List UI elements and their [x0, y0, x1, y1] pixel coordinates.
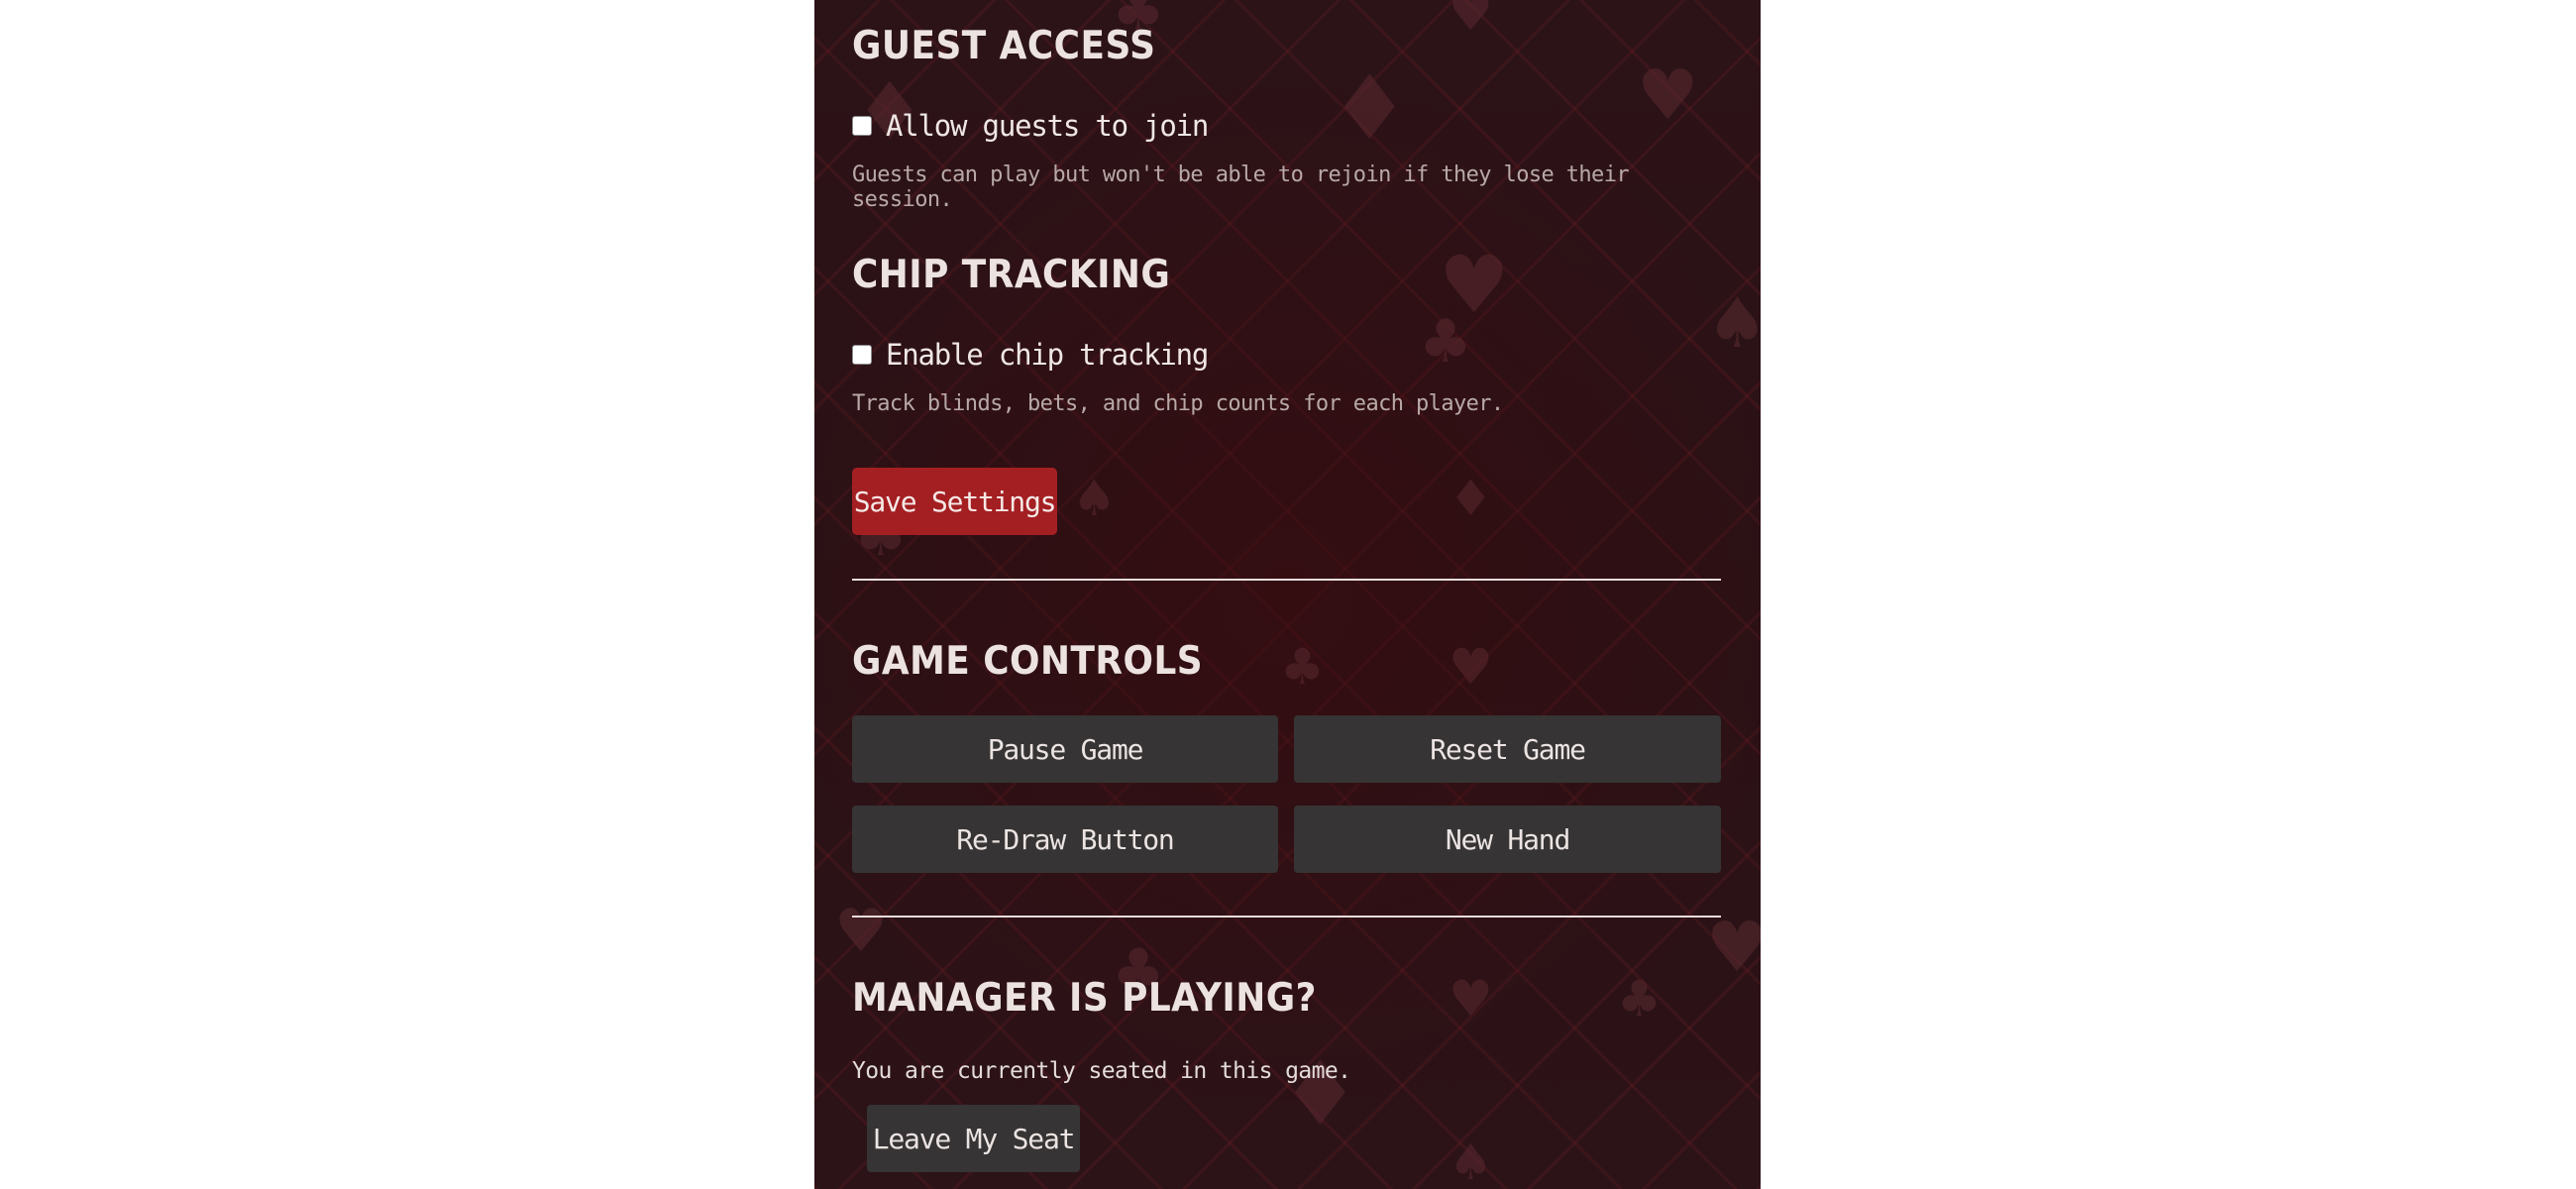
redraw-button-button[interactable]: Re-Draw Button — [852, 806, 1278, 873]
diamond-icon: ♦ — [1330, 56, 1410, 161]
settings-panel: ♥ ♣ ♠ ♦ ♣ ♥ ♦ ♥ ♣ ♥ ♠ ♥ ♥ ♣ ♦ ♣ ♠ ♥ ♦ ♣ … — [814, 0, 1761, 1189]
heart-icon: ♥ — [1449, 0, 1493, 42]
spade-icon: ♠ — [1706, 282, 1761, 364]
club-icon: ♣ — [1419, 307, 1472, 377]
heart-icon: ♥ — [834, 897, 888, 966]
heart-icon: ♥ — [1637, 54, 1699, 136]
reset-game-button[interactable]: Reset Game — [1294, 715, 1721, 783]
diamond-icon: ♦ — [1449, 470, 1493, 527]
heart-icon: ♥ — [1439, 239, 1510, 331]
enable-chip-tracking-label[interactable]: Enable chip tracking — [886, 338, 1209, 372]
heart-icon: ♥ — [1706, 907, 1761, 988]
guest-access-heading: GUEST ACCESS — [852, 24, 1156, 68]
allow-guests-label[interactable]: Allow guests to join — [886, 109, 1209, 143]
chip-tracking-heading: CHIP TRACKING — [852, 253, 1171, 297]
section-divider — [852, 916, 1721, 918]
allow-guests-checkbox[interactable] — [852, 116, 872, 136]
spade-icon: ♠ — [1449, 1134, 1493, 1189]
club-icon: ♣ — [1280, 638, 1325, 696]
spade-icon: ♠ — [1072, 470, 1117, 527]
pause-game-button[interactable]: Pause Game — [852, 715, 1278, 783]
game-controls-heading: GAME CONTROLS — [852, 639, 1204, 684]
new-hand-button[interactable]: New Hand — [1294, 806, 1721, 873]
leave-seat-button[interactable]: Leave My Seat — [867, 1105, 1080, 1172]
allow-guests-row[interactable]: Allow guests to join — [852, 109, 1209, 143]
seated-status-text: You are currently seated in this game. — [852, 1058, 1351, 1084]
club-icon: ♣ — [1617, 970, 1662, 1027]
guest-access-hint: Guests can play but won't be able to rej… — [852, 162, 1630, 212]
heart-icon: ♥ — [1449, 638, 1493, 696]
manager-playing-heading: MANAGER IS PLAYING? — [852, 976, 1317, 1021]
enable-chip-tracking-row[interactable]: Enable chip tracking — [852, 338, 1209, 372]
enable-chip-tracking-checkbox[interactable] — [852, 345, 872, 365]
chip-tracking-hint: Track blinds, bets, and chip counts for … — [852, 391, 1504, 416]
section-divider — [852, 579, 1721, 581]
heart-icon: ♥ — [1449, 970, 1493, 1027]
save-settings-button[interactable]: Save Settings — [852, 468, 1057, 535]
